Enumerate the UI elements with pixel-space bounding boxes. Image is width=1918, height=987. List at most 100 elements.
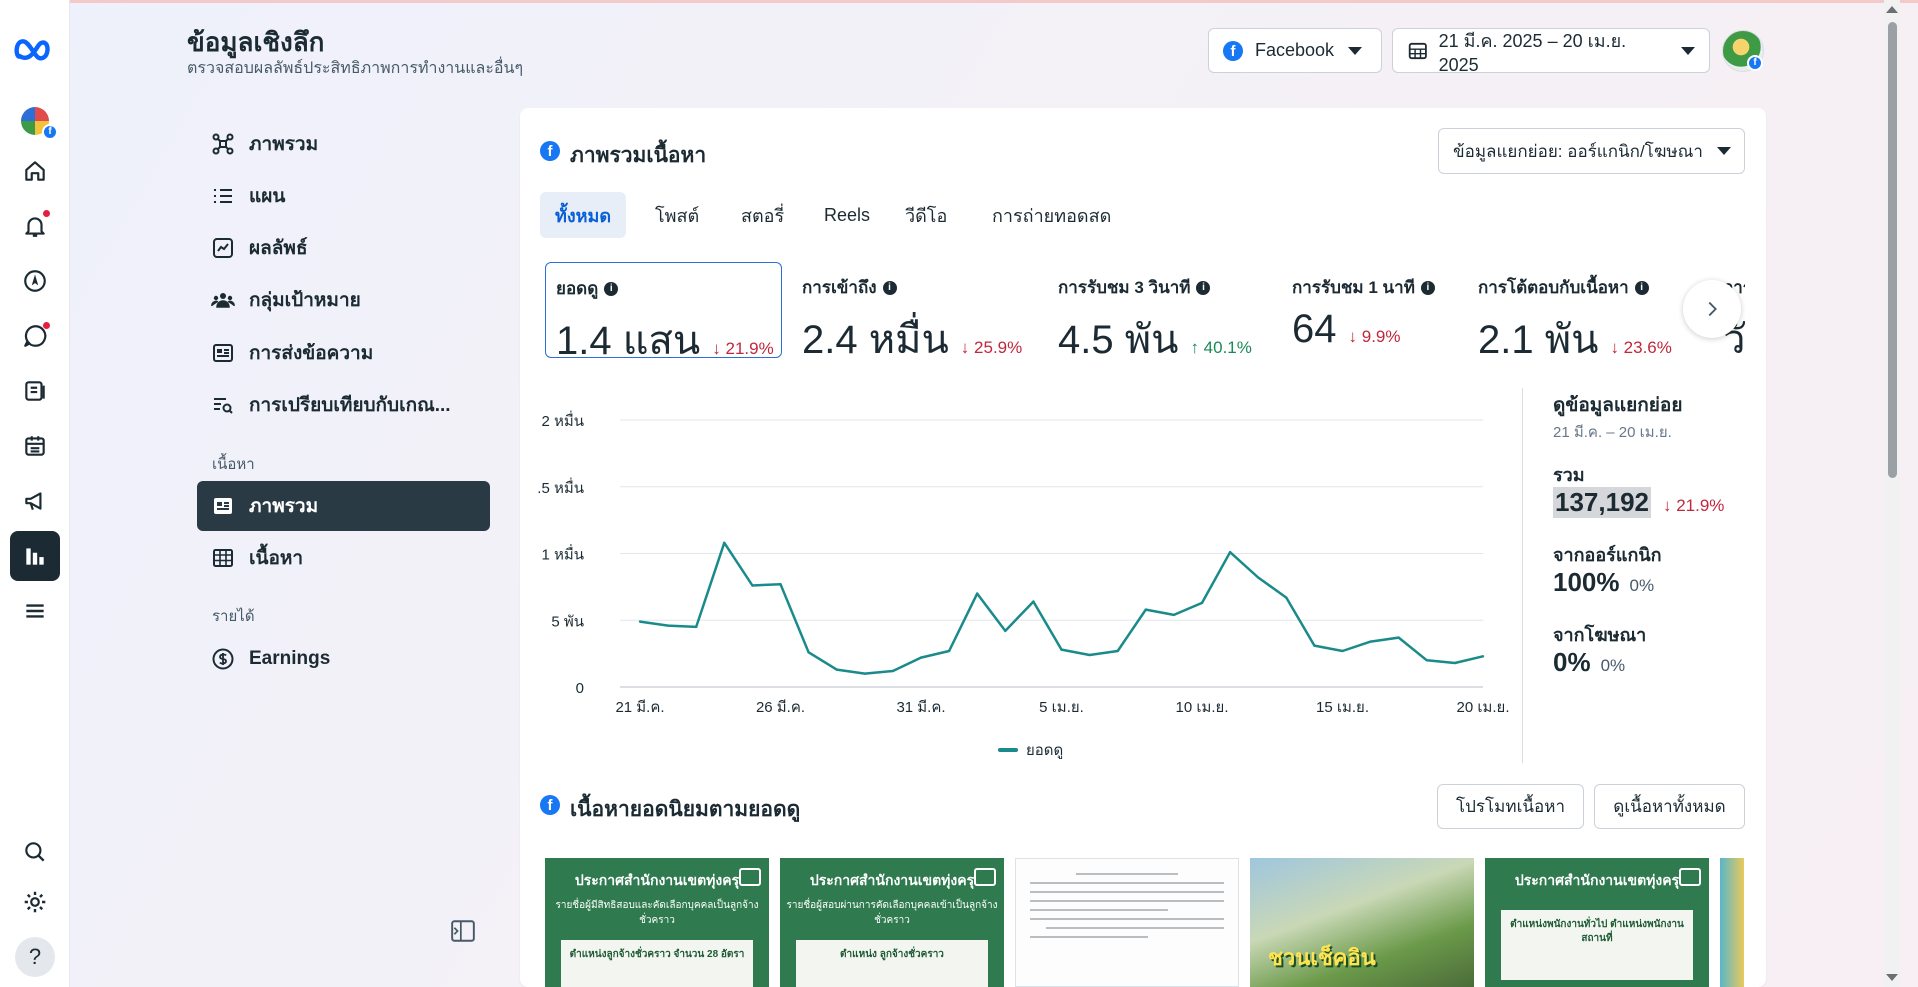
info-icon[interactable]: i (604, 281, 619, 296)
date-range-label: 21 มี.ค. 2025 – 20 เม.ย. 2025 (1438, 30, 1627, 75)
left-rail: f ? (0, 0, 70, 987)
insights-icon[interactable] (10, 531, 60, 581)
content-thumbnail[interactable] (1720, 858, 1744, 987)
metric-engagement[interactable]: การโต้ตอบกับเนื้อหา i 2.1 พัน ↓ 23.6% (1468, 262, 1683, 360)
nav-item-earnings[interactable]: Earnings (197, 634, 490, 684)
calendar-icon[interactable] (10, 421, 60, 471)
scrollbar-thumb[interactable] (1888, 22, 1897, 478)
data-point (1313, 644, 1316, 647)
menu-icon[interactable] (10, 586, 60, 636)
tab-reels[interactable]: Reels (809, 192, 885, 238)
nav-item-results[interactable]: ผลลัพธ์ (197, 223, 490, 273)
tab-all[interactable]: ทั้งหมด (540, 192, 627, 238)
meta-logo-icon[interactable] (10, 24, 60, 74)
info-icon[interactable]: i (1420, 280, 1435, 295)
data-point (1228, 550, 1232, 554)
promote-content-button[interactable]: โปรโมทเนื้อหา (1437, 784, 1584, 829)
data-point (1060, 648, 1063, 651)
nav-item-benchmark[interactable]: การเปรียบเทียบกับเกณ... (197, 380, 490, 430)
collapse-sidebar-icon[interactable] (450, 918, 476, 944)
metric-1m-views[interactable]: การรับชม 1 นาที i 64 ↓ 9.9% (1282, 262, 1462, 358)
chevron-right-icon (1708, 301, 1717, 317)
data-point (835, 668, 838, 671)
thumb-title: ประกาศสำนักงานเขตทุ่งครุ (1514, 872, 1680, 888)
y-tick-label: 5 พัน (551, 613, 584, 630)
data-point (1144, 608, 1147, 611)
thumb-body: ตำแหน่งพนักงานทั่วไป ตำแหน่งพนักงานสถานท… (1501, 910, 1693, 980)
nav-item-messaging[interactable]: การส่งข้อความ (197, 328, 490, 378)
metric-label: การรับชม 1 นาที (1292, 278, 1415, 297)
tab-live[interactable]: การถ่ายทอดสด (977, 192, 1126, 238)
content-thumbnail[interactable] (1015, 858, 1239, 987)
facebook-icon: f (540, 795, 560, 815)
info-icon[interactable]: i (882, 280, 897, 295)
content-library-icon[interactable] (10, 366, 60, 416)
compare-icon (214, 398, 233, 414)
data-point (1453, 661, 1457, 665)
settings-gear-icon[interactable] (10, 877, 60, 927)
metric-label: การโต้ตอบกับเนื้อหา (1478, 278, 1629, 297)
nav-item-plan[interactable]: แผน (197, 171, 490, 221)
tab-stories[interactable]: สตอรี่ (726, 192, 799, 238)
breakdown-select[interactable]: ข้อมูลแยกย่อย: ออร์แกนิก/โฆษณา (1438, 128, 1745, 174)
thumb-title: ประกาศสำนักงานเขตทุ่งครุ (574, 872, 740, 888)
overview-nodes-icon (212, 133, 234, 155)
metric-views[interactable]: ยอดดู i 1.4 แสน ↓ 21.9% (545, 262, 782, 360)
ads-value: 0% (1553, 647, 1591, 677)
compass-icon[interactable] (10, 256, 60, 306)
facebook-icon: f (540, 141, 560, 161)
image-icon (1679, 868, 1701, 886)
metric-value: 2.4 หมื่น (802, 318, 949, 360)
image-icon (974, 868, 996, 886)
nav-item-label: การส่งข้อความ (249, 343, 374, 364)
metrics-next-button[interactable] (1683, 280, 1741, 338)
facebook-icon: f (1223, 40, 1243, 61)
facebook-badge-icon: f (1747, 55, 1763, 71)
data-point (947, 649, 951, 653)
nav-item-audience[interactable]: กลุ่มเป้าหมาย (197, 275, 490, 325)
data-point (976, 592, 979, 595)
page-avatar-icon[interactable]: f (10, 96, 60, 146)
metric-value: 2.1 พัน (1478, 318, 1599, 360)
people-icon (211, 293, 235, 308)
messages-icon[interactable] (10, 311, 60, 361)
metric-reach[interactable]: การเข้าถึง i 2.4 หมื่น ↓ 25.9% (792, 262, 1032, 360)
data-point (1116, 649, 1119, 653)
nav-section-revenue: รายได้ (212, 608, 255, 625)
help-icon[interactable]: ? (10, 932, 60, 982)
date-range-picker[interactable]: 21 มี.ค. 2025 – 20 เม.ย. 2025 (1392, 28, 1710, 75)
thumb-overlay-text: ชวนเช็คอิน (1268, 945, 1376, 970)
info-icon[interactable]: i (1634, 280, 1649, 295)
ads-change: 0% (1600, 656, 1626, 675)
image-icon (739, 868, 761, 886)
data-point (1004, 629, 1007, 633)
info-icon[interactable]: i (1196, 280, 1211, 295)
data-point (1369, 640, 1372, 643)
scroll-up-arrow-icon[interactable] (1886, 6, 1898, 13)
metric-label: ยอดดู (556, 279, 599, 298)
search-icon[interactable] (10, 827, 60, 877)
home-icon[interactable] (10, 146, 60, 196)
page-subtitle: ตรวจสอบผลลัพธ์ประสิทธิภาพการทำงานและอื่น… (187, 60, 524, 77)
tab-videos[interactable]: วีดีโอ (890, 192, 962, 238)
metric-3s-views[interactable]: การรับชม 3 วินาที i 4.5 พัน ↑ 40.1% (1048, 262, 1273, 360)
content-thumbnail[interactable]: ประกาศสำนักงานเขตทุ่งครุ ตำแหน่งพนักงานท… (1485, 858, 1709, 987)
content-thumbnail[interactable]: ชวนเช็คอิน (1250, 858, 1474, 987)
nav-item-content[interactable]: เนื้อหา (197, 533, 490, 583)
tab-posts[interactable]: โพสต์ (640, 192, 714, 238)
nav-item-content-overview[interactable]: ภาพรวม (197, 481, 490, 531)
content-thumbnail[interactable]: ประกาศสำนักงานเขตทุ่งครุ รายชื่อผู้มีสิท… (545, 858, 769, 987)
nav-item-overview[interactable]: ภาพรวม (197, 119, 490, 169)
notifications-icon[interactable] (10, 201, 60, 251)
ads-value-row: 0% 0% (1553, 647, 1625, 678)
data-point (1200, 601, 1204, 605)
x-tick-label: 5 เม.ย. (1039, 699, 1084, 716)
thumb-body: ตำแหน่งลูกจ้างชั่วคราว จำนวน 28 อัตรา (561, 940, 753, 987)
view-all-content-button[interactable]: ดูเนื้อหาทั้งหมด (1594, 784, 1745, 829)
ads-megaphone-icon[interactable] (10, 476, 60, 526)
content-thumbnail[interactable]: ประกาศสำนักงานเขตทุ่งครุ รายชื่อผู้สอบผ่… (780, 858, 1004, 987)
chevron-down-icon (1681, 46, 1695, 55)
scroll-down-arrow-icon[interactable] (1886, 974, 1898, 981)
platform-dropdown[interactable]: f Facebook (1208, 28, 1382, 73)
message-card-icon (213, 344, 233, 362)
